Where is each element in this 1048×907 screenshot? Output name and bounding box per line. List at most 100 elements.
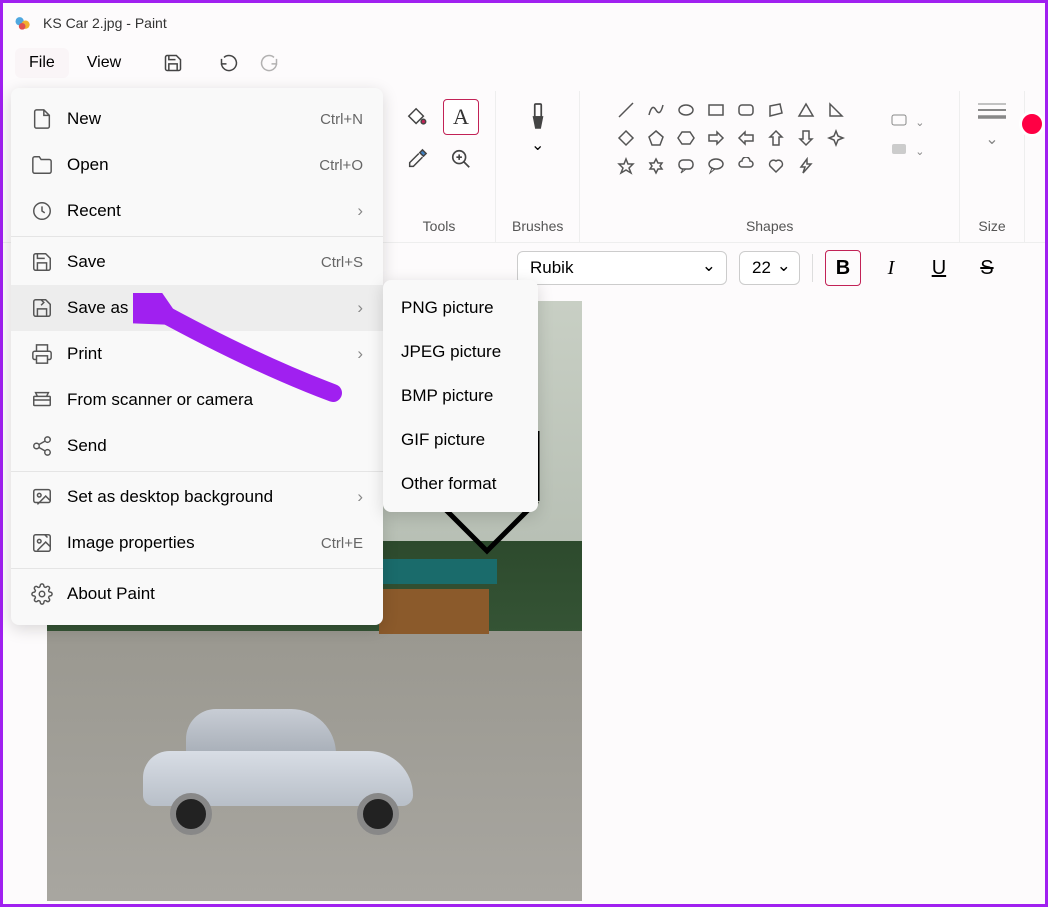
menu-new[interactable]: New Ctrl+N	[11, 96, 383, 142]
shape-lightning[interactable]	[795, 155, 817, 177]
text-tool[interactable]: A	[443, 99, 479, 135]
shape-triangle[interactable]	[795, 99, 817, 121]
folder-icon	[31, 154, 53, 176]
menu-view[interactable]: View	[73, 48, 135, 78]
menu-send-label: Send	[67, 436, 363, 456]
chevron-right-icon: ›	[357, 298, 363, 318]
shape-arrow-down[interactable]	[795, 127, 817, 149]
shape-pentagon[interactable]	[645, 127, 667, 149]
tools-label: Tools	[423, 218, 456, 234]
font-family-select[interactable]: Rubik⌄	[517, 251, 727, 285]
shape-rect[interactable]	[705, 99, 727, 121]
shape-spacer	[855, 99, 877, 121]
shape-roundrect[interactable]	[735, 99, 757, 121]
shape-arrow-up[interactable]	[765, 127, 787, 149]
shape-6star[interactable]	[645, 155, 667, 177]
shape-polygon[interactable]	[765, 99, 787, 121]
print-icon	[31, 343, 53, 365]
title-bar: KS Car 2.jpg - Paint	[3, 3, 1045, 43]
undo-button[interactable]	[211, 45, 247, 81]
menu-props-shortcut: Ctrl+E	[321, 535, 363, 552]
ribbon-shapes: ⌄ ⌄ Shapes	[580, 91, 960, 242]
save-as-submenu: PNG picture JPEG picture BMP picture GIF…	[383, 280, 538, 512]
menu-print[interactable]: Print ›	[11, 331, 383, 377]
shape-callout-oval[interactable]	[705, 155, 727, 177]
submenu-png[interactable]: PNG picture	[383, 286, 538, 330]
save-icon-button[interactable]	[155, 45, 191, 81]
brushes-label: Brushes	[512, 218, 563, 234]
shape-callout-cloud[interactable]	[735, 155, 757, 177]
wallpaper-icon	[31, 486, 53, 508]
submenu-jpeg[interactable]: JPEG picture	[383, 330, 538, 374]
new-file-icon	[31, 108, 53, 130]
menu-new-label: New	[67, 109, 306, 129]
menu-save-as[interactable]: Save as ›	[11, 285, 383, 331]
ribbon-size: ⌄ Size	[960, 91, 1025, 242]
shape-heart[interactable]	[765, 155, 787, 177]
italic-button[interactable]: I	[873, 250, 909, 286]
file-menu-dropdown: New Ctrl+N Open Ctrl+O Recent › Save Ctr…	[11, 88, 383, 625]
menu-properties[interactable]: Image properties Ctrl+E	[11, 520, 383, 566]
menu-open[interactable]: Open Ctrl+O	[11, 142, 383, 188]
record-indicator-icon	[1019, 111, 1045, 137]
magnifier-tool[interactable]	[443, 141, 479, 177]
chevron-right-icon: ›	[357, 201, 363, 221]
menu-print-label: Print	[67, 344, 343, 364]
menu-open-shortcut: Ctrl+O	[319, 157, 363, 174]
picker-tool[interactable]	[399, 141, 435, 177]
menu-new-shortcut: Ctrl+N	[320, 111, 363, 128]
menu-bar: File View	[3, 43, 1045, 83]
gear-icon	[31, 583, 53, 605]
size-label: Size	[978, 218, 1005, 234]
menu-scanner[interactable]: From scanner or camera	[11, 377, 383, 423]
strike-button[interactable]: S	[969, 250, 1005, 286]
shape-5star[interactable]	[615, 155, 637, 177]
bold-button[interactable]: B	[825, 250, 861, 286]
chevron-right-icon: ›	[357, 344, 363, 364]
shape-hexagon[interactable]	[675, 127, 697, 149]
chevron-right-icon: ›	[357, 487, 363, 507]
ribbon-brushes: ⌄ Brushes	[496, 91, 580, 242]
shapes-label: Shapes	[746, 218, 793, 234]
properties-icon	[31, 532, 53, 554]
menu-send[interactable]: Send	[11, 423, 383, 469]
window-title: KS Car 2.jpg - Paint	[43, 15, 167, 31]
menu-save-shortcut: Ctrl+S	[321, 254, 363, 271]
menu-about[interactable]: About Paint	[11, 571, 383, 617]
submenu-bmp[interactable]: BMP picture	[383, 374, 538, 418]
font-size-select[interactable]: 22⌄	[739, 251, 800, 285]
shape-arrow-right[interactable]	[705, 127, 727, 149]
size-button[interactable]: ⌄	[976, 99, 1008, 151]
menu-file[interactable]: File	[15, 48, 69, 78]
menu-wallpaper[interactable]: Set as desktop background ›	[11, 474, 383, 520]
shape-outline-button[interactable]: ⌄	[891, 114, 925, 133]
menu-props-label: Image properties	[67, 533, 307, 553]
ribbon-tools: A Tools	[383, 91, 496, 242]
menu-divider	[11, 568, 383, 569]
submenu-other[interactable]: Other format	[383, 462, 538, 506]
shape-diamond[interactable]	[615, 127, 637, 149]
shape-fill-button[interactable]: ⌄	[891, 143, 925, 162]
shape-callout-round[interactable]	[675, 155, 697, 177]
save-icon	[31, 251, 53, 273]
font-value: Rubik	[530, 258, 573, 277]
menu-open-label: Open	[67, 155, 305, 175]
shape-arrow-left[interactable]	[735, 127, 757, 149]
shape-curve[interactable]	[645, 99, 667, 121]
menu-about-label: About Paint	[67, 584, 363, 604]
shape-line[interactable]	[615, 99, 637, 121]
clock-icon	[31, 200, 53, 222]
redo-button[interactable]	[251, 45, 287, 81]
shape-right-triangle[interactable]	[825, 99, 847, 121]
underline-button[interactable]: U	[921, 250, 957, 286]
scanner-icon	[31, 389, 53, 411]
send-icon	[31, 435, 53, 457]
menu-scanner-label: From scanner or camera	[67, 390, 363, 410]
fill-tool[interactable]	[399, 99, 435, 135]
brush-tool[interactable]: ⌄	[520, 99, 556, 159]
shape-oval[interactable]	[675, 99, 697, 121]
submenu-gif[interactable]: GIF picture	[383, 418, 538, 462]
shape-4star[interactable]	[825, 127, 847, 149]
menu-save[interactable]: Save Ctrl+S	[11, 239, 383, 285]
menu-recent[interactable]: Recent ›	[11, 188, 383, 234]
